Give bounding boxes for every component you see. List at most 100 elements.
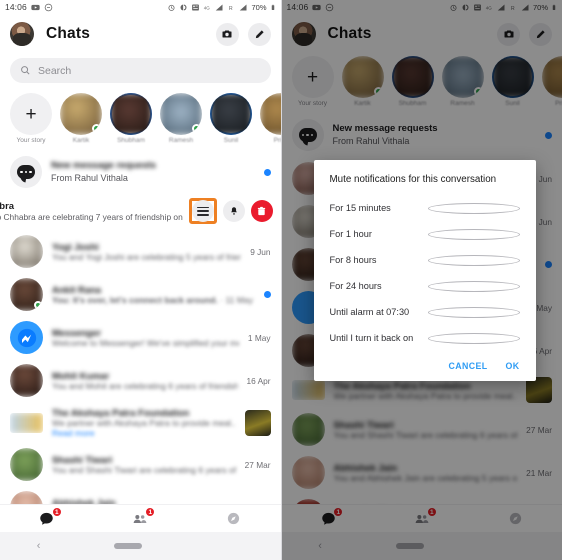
chat-name: Ankit Rana [52, 284, 101, 295]
trash-icon [257, 206, 266, 215]
status-time: 14:06 [5, 2, 27, 12]
selected-chat-action-row: abra alp Chhabra are celebrating 7 years… [0, 194, 281, 230]
chat-thumbnail [244, 409, 271, 436]
chat-list-item[interactable]: Shashi Tiwari You and Shashi Tiwari are … [0, 443, 281, 486]
camera-icon [222, 30, 232, 38]
chat-item-body: Mohit Kumar You and Mohit are celebratin… [52, 370, 238, 391]
story-item[interactable]: Priya [260, 93, 281, 144]
story-avatar[interactable] [110, 93, 152, 135]
chat-date: 1 May [247, 332, 271, 343]
system-nav-left: ‹ [0, 532, 281, 560]
story-avatar[interactable] [210, 93, 252, 135]
chat-name: Shashi Tiwari [52, 454, 113, 465]
selected-chat-info[interactable]: abra alp Chhabra are celebrating 7 years… [0, 201, 183, 222]
dialog-option-label: For 24 hours [329, 281, 382, 291]
dialog-option-24-hours[interactable]: For 24 hours [314, 273, 536, 299]
story-avatar[interactable] [160, 93, 202, 135]
chat-item-body: Yogi Joshi You and Yogi Joshi are celebr… [52, 241, 241, 262]
right-phone-screen: 14:06 4G R 70% Chats + Your story Kartik… [281, 0, 562, 560]
search-icon [21, 66, 30, 75]
story-label: Kartik [72, 137, 90, 144]
search-input[interactable]: Search [10, 58, 271, 83]
radio-button[interactable] [427, 228, 520, 240]
online-indicator [34, 301, 42, 309]
chat-snippet: We partner with Akshaya Patra to provide… [52, 418, 236, 428]
search-placeholder: Search [38, 64, 72, 77]
profile-avatar[interactable] [10, 22, 34, 46]
dialog-option-8-hours[interactable]: For 8 hours [314, 247, 536, 273]
camera-button[interactable] [215, 22, 239, 46]
chat-avatar [10, 448, 43, 481]
mute-action-button[interactable] [222, 200, 245, 222]
left-phone-screen: 14:06 4G R 70% Chats Search + Your story… [0, 0, 281, 560]
message-requests-subtitle: From Rahul Vithala [51, 173, 128, 184]
chat-link: Read more [52, 428, 95, 438]
status-bar-left: 14:06 4G R 70% [0, 0, 281, 14]
chat-list-item[interactable]: Ankit Rana You: It's over, let's connect… [0, 273, 281, 316]
story-item[interactable]: Kartik [60, 93, 102, 144]
add-story-circle[interactable]: + [10, 93, 52, 135]
radio-button[interactable] [427, 202, 520, 214]
battery-percent: 70% [251, 2, 267, 12]
message-requests-icon-wrap [10, 156, 42, 188]
radio-button[interactable] [427, 280, 520, 292]
signal2-icon [240, 4, 247, 10]
chat-avatar [10, 235, 43, 268]
story-photo [210, 93, 252, 135]
system-back-button[interactable]: ‹ [37, 540, 41, 552]
dialog-option-1-hour[interactable]: For 1 hour [314, 221, 536, 247]
dialog-option-label: Until I turn it back on [329, 333, 414, 343]
system-home-pill[interactable] [114, 543, 143, 549]
story-avatar[interactable] [60, 93, 102, 135]
chat-snippet: Welcome to Messenger! We've simplified y… [52, 338, 239, 348]
hd-icon: 4G [204, 5, 211, 10]
screenshot-icon [192, 4, 200, 10]
radio-button[interactable] [427, 332, 520, 344]
hamburger-menu-button[interactable] [191, 200, 214, 222]
stories-tray-left: + Your story Kartik Shubham Ramesh Sunil… [0, 91, 281, 150]
ok-button[interactable]: OK [506, 361, 520, 371]
tab-discover[interactable] [217, 508, 251, 530]
dialog-option-until-alarm[interactable]: Until alarm at 07:30 [314, 299, 536, 325]
delete-action-button[interactable] [250, 200, 273, 222]
radio-button[interactable] [427, 254, 520, 266]
chat-item-body: The Akshaya Patra Foundation We partner … [52, 407, 236, 438]
message-requests-row[interactable]: New message requests From Rahul Vithala [0, 150, 281, 194]
dialog-option-15-minutes[interactable]: For 15 minutes [314, 195, 536, 221]
radio-button[interactable] [427, 306, 520, 318]
bottom-nav-left: 1 1 [0, 504, 281, 532]
online-indicator [192, 124, 201, 133]
compose-icon [255, 29, 264, 38]
chat-avatar [10, 278, 43, 311]
bell-icon [230, 207, 237, 215]
chat-name: Mohit Kumar [52, 370, 110, 381]
compose-button[interactable] [247, 22, 271, 46]
screenshot-root: 14:06 4G R 70% Chats Search + Your story… [0, 0, 562, 560]
menu-action-highlighted[interactable] [188, 198, 217, 224]
dialog-option-label: For 1 hour [329, 229, 372, 239]
chat-snippet: You: It's over, let's connect back aroun… [52, 295, 254, 305]
story-item[interactable]: Ramesh [160, 93, 202, 144]
tab-people[interactable]: 1 [123, 506, 157, 530]
story-item[interactable]: Sunil [210, 93, 252, 144]
story-add-yours[interactable]: + Your story [10, 93, 52, 144]
chat-snippet-text: You: It's over, let's connect back aroun… [52, 295, 218, 305]
chat-list-item[interactable]: Messenger Welcome to Messenger! We've si… [0, 316, 281, 359]
svg-text:R: R [229, 5, 233, 11]
chat-item-body: Shashi Tiwari You and Shashi Tiwari are … [52, 454, 236, 475]
story-avatar[interactable] [260, 93, 281, 135]
chat-list-item[interactable]: Mohit Kumar You and Mohit are celebratin… [0, 359, 281, 402]
chat-list-item[interactable]: The Akshaya Patra Foundation We partner … [0, 402, 281, 443]
dialog-option-until-turned-back-on[interactable]: Until I turn it back on [314, 325, 536, 351]
messenger-icon [17, 328, 36, 347]
dialog-option-label: Until alarm at 07:30 [329, 307, 410, 317]
cancel-button[interactable]: CANCEL [448, 361, 487, 371]
chat-name: Messenger [52, 327, 101, 338]
chat-item-body: Messenger Welcome to Messenger! We've si… [52, 327, 239, 348]
selected-chat-snippet: alp Chhabra are celebrating 7 years of f… [0, 212, 183, 222]
chat-list-item[interactable]: Yogi Joshi You and Yogi Joshi are celebr… [0, 230, 281, 273]
story-label: Your story [16, 137, 46, 144]
chats-badge: 1 [51, 506, 62, 517]
tab-chats[interactable]: 1 [30, 506, 64, 530]
story-item[interactable]: Shubham [110, 93, 152, 144]
